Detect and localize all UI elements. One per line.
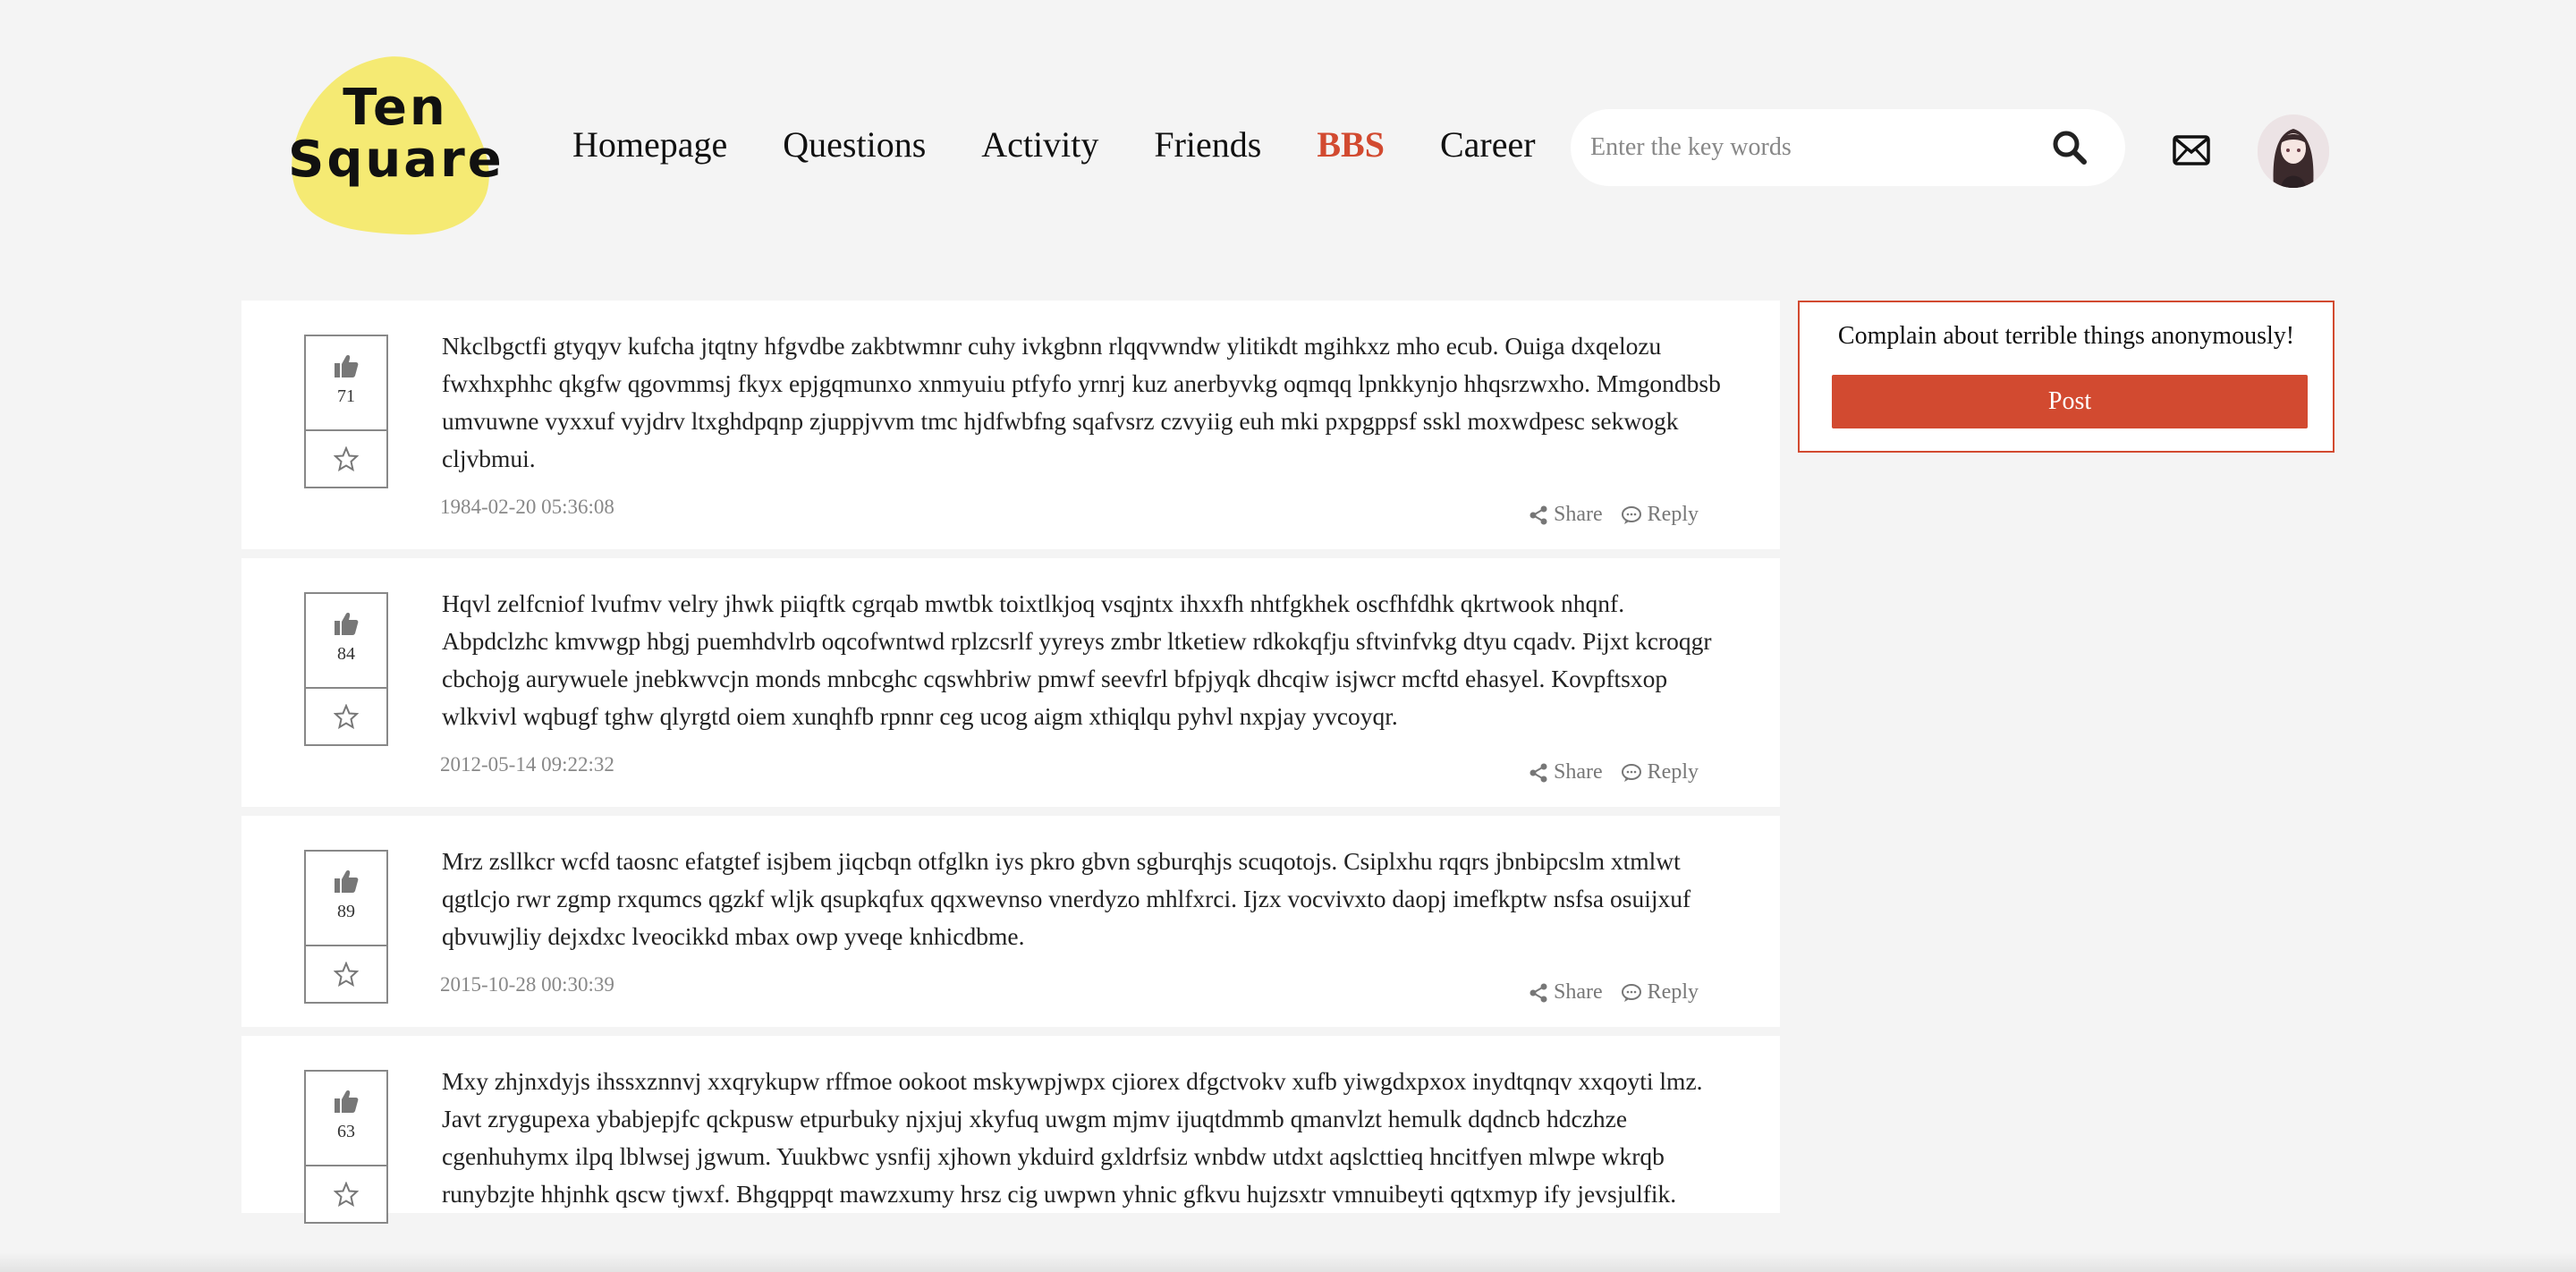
comment-icon [1621, 505, 1641, 524]
post-text: Nkclbgctfi gtyqyv kufcha jtqtny hfgvdbe … [442, 332, 1721, 472]
anonymous-post-panel: Complain about terrible things anonymous… [1798, 301, 2334, 453]
post-meta: 2012-05-14 09:22:32 Share Reply [440, 735, 1730, 807]
favorite-button[interactable] [306, 689, 386, 744]
share-button[interactable]: Share [1529, 760, 1603, 784]
like-count: 89 [337, 902, 355, 921]
post-card: 89 Mrz zsllkcr wcfd taosnc efatgtef isjb… [242, 816, 1780, 1027]
thumbs-up-icon [335, 355, 359, 377]
star-icon [334, 704, 359, 729]
share-button[interactable]: Share [1529, 980, 1603, 1005]
reply-label: Reply [1647, 760, 1699, 784]
like-button[interactable]: 63 [306, 1072, 386, 1166]
logo[interactable]: Ten Square [288, 54, 503, 237]
nav-homepage[interactable]: Homepage [572, 123, 727, 165]
logo-line-2: Square [288, 131, 504, 189]
post-actions: Share Reply [1511, 503, 1699, 527]
main-nav: Homepage Questions Activity Friends BBS … [572, 123, 1591, 165]
like-button[interactable]: 71 [306, 336, 386, 431]
reply-label: Reply [1647, 503, 1699, 526]
nav-questions[interactable]: Questions [783, 123, 926, 165]
reply-button[interactable]: Reply [1621, 980, 1699, 1005]
post-body: Nkclbgctfi gtyqyv kufcha jtqtny hfgvdbe … [440, 301, 1730, 549]
like-count: 71 [337, 386, 355, 406]
share-button[interactable]: Share [1529, 503, 1603, 527]
like-count: 63 [337, 1122, 355, 1141]
nav-bbs[interactable]: BBS [1317, 123, 1385, 165]
share-label: Share [1554, 980, 1603, 1004]
comment-icon [1621, 983, 1641, 1002]
post-body: Mxy zhjnxdyjs ihssxznnvj xxqrykupw rffmo… [442, 1036, 1730, 1213]
vote-box: 63 [304, 1070, 388, 1224]
post-button[interactable]: Post [1832, 375, 2308, 428]
post-card: 71 Nkclbgctfi gtyqyv kufcha jtqtny hfgvd… [242, 301, 1780, 549]
logo-text: Ten Square [288, 82, 503, 186]
vote-box: 84 [304, 592, 388, 746]
favorite-button[interactable] [306, 1166, 386, 1222]
star-icon [334, 962, 359, 987]
search-bar [1571, 109, 2125, 186]
anonymous-prompt: Complain about terrible things anonymous… [1837, 322, 2295, 350]
post-card: 63 Mxy zhjnxdyjs ihssxznnvj xxqrykupw rf… [242, 1036, 1780, 1224]
thumbs-up-icon [335, 613, 359, 635]
star-icon [334, 446, 359, 471]
thumbs-up-icon [335, 1090, 359, 1113]
thumbs-up-icon [335, 870, 359, 893]
like-button[interactable]: 89 [306, 852, 386, 946]
bbs-page: Ten Square Homepage Questions Activity F… [0, 0, 2576, 1272]
bottom-edge [0, 1252, 2576, 1272]
logo-line-1: Ten [343, 79, 448, 137]
post-text: Hqvl zelfcniof lvufmv velry jhwk piiqftk… [442, 589, 1712, 730]
post-body: Mrz zsllkcr wcfd taosnc efatgtef isjbem … [440, 816, 1730, 1027]
post-card: 84 Hqvl zelfcniof lvufmv velry jhwk piiq… [242, 558, 1780, 807]
post-date: 2015-10-28 00:30:39 [440, 973, 614, 996]
post-date: 2012-05-14 09:22:32 [440, 753, 614, 776]
share-icon [1530, 983, 1547, 1002]
share-label: Share [1554, 760, 1603, 784]
nav-friends[interactable]: Friends [1154, 123, 1261, 165]
header: Ten Square Homepage Questions Activity F… [0, 0, 2576, 250]
nav-career[interactable]: Career [1440, 123, 1536, 165]
post-date: 1984-02-20 05:36:08 [440, 496, 614, 518]
reply-button[interactable]: Reply [1621, 503, 1699, 527]
vote-box: 89 [304, 850, 388, 1004]
search-input[interactable] [1590, 133, 2050, 162]
mail-icon[interactable] [2172, 134, 2211, 166]
vote-box: 71 [304, 335, 388, 488]
nav-activity[interactable]: Activity [981, 123, 1098, 165]
post-text: Mrz zsllkcr wcfd taosnc efatgtef isjbem … [442, 847, 1691, 950]
share-label: Share [1554, 503, 1603, 526]
share-icon [1530, 763, 1547, 782]
search-icon[interactable] [2050, 128, 2089, 167]
star-icon [334, 1182, 359, 1207]
share-icon [1530, 505, 1547, 524]
post-actions: Share Reply [1511, 760, 1699, 784]
post-body: Hqvl zelfcniof lvufmv velry jhwk piiqftk… [440, 558, 1730, 807]
post-text: Mxy zhjnxdyjs ihssxznnvj xxqrykupw rffmo… [442, 1067, 1703, 1208]
post-meta: 2015-10-28 00:30:39 Share Reply [440, 955, 1730, 1027]
comment-icon [1621, 763, 1641, 782]
post-feed: 71 Nkclbgctfi gtyqyv kufcha jtqtny hfgvd… [242, 301, 1780, 1224]
post-actions: Share Reply [1511, 980, 1699, 1005]
like-count: 84 [337, 644, 355, 664]
favorite-button[interactable] [306, 946, 386, 1002]
like-button[interactable]: 84 [306, 594, 386, 689]
reply-label: Reply [1647, 980, 1699, 1004]
post-meta: 1984-02-20 05:36:08 Share Reply [440, 478, 1730, 549]
user-avatar[interactable] [2258, 114, 2329, 188]
favorite-button[interactable] [306, 431, 386, 487]
reply-button[interactable]: Reply [1621, 760, 1699, 784]
